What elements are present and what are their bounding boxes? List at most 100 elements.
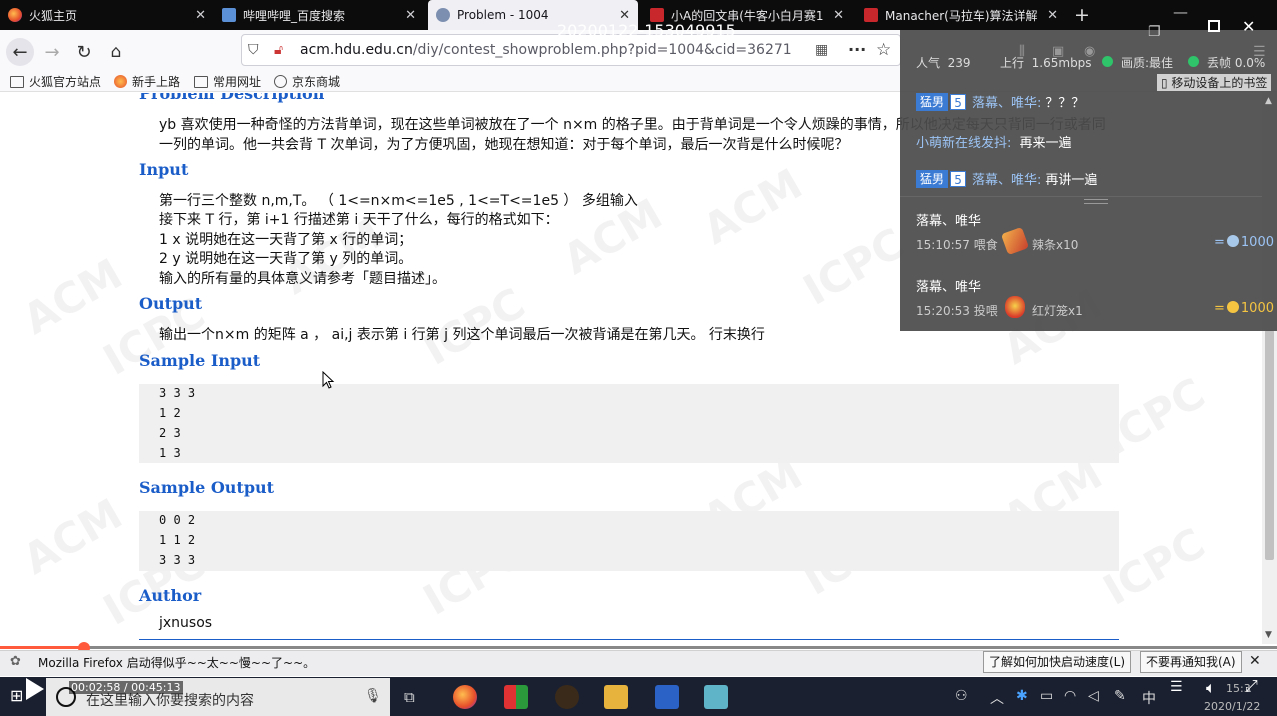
fullscreen-icon[interactable]: ⤢ bbox=[1245, 676, 1258, 696]
close-icon[interactable]: ✕ bbox=[195, 8, 206, 23]
task-view-icon[interactable]: ⧉ bbox=[404, 688, 415, 706]
learn-speedup-button[interactable]: 了解如何加快启动速度(L) bbox=[983, 651, 1132, 673]
author-name: jxnusos bbox=[159, 615, 213, 631]
microphone-icon[interactable]: 🎙︎ bbox=[364, 688, 382, 704]
output-heading: Output bbox=[139, 294, 203, 313]
chat-text: 再讲一遍 bbox=[1045, 173, 1098, 188]
sample-output-box bbox=[139, 511, 1119, 571]
bookmark-label: 新手上路 bbox=[132, 75, 181, 89]
watermark: ACM bbox=[14, 249, 131, 344]
close-window-icon[interactable]: ✕ bbox=[1242, 17, 1255, 36]
description-line: 一列的单词。他一共会背 T 次单词，为了方便巩固，她现在想知道：对于每个单词，最… bbox=[159, 137, 849, 153]
qr-code-icon[interactable]: ▦ bbox=[815, 42, 828, 58]
sample-input-line: 1 2 bbox=[159, 406, 181, 420]
bookmark-common-sites[interactable]: 常用网址 bbox=[194, 73, 261, 90]
csdn-icon bbox=[650, 8, 664, 22]
windows-start-icon[interactable]: ⊞ bbox=[10, 686, 23, 705]
tab-manacher[interactable]: Manacher(马拉车)算法详解 ✕ bbox=[856, 0, 1066, 30]
play-icon[interactable] bbox=[26, 678, 44, 700]
mobile-bookmarks[interactable]: ▯ 移动设备上的书签 bbox=[1157, 74, 1272, 91]
recording-timestamp: 20200122-153049915 bbox=[557, 21, 736, 40]
gift-sender: 落幕、唯华 bbox=[916, 214, 982, 229]
url-text[interactable]: acm.hdu.edu.cn/diy/contest_showproblem.p… bbox=[300, 42, 792, 58]
chat-username: 小萌新在线发抖: bbox=[916, 136, 1012, 151]
page-actions-icon[interactable]: ··· bbox=[848, 40, 866, 59]
ime-indicator[interactable]: 中 bbox=[1142, 688, 1156, 708]
sample-input-line: 3 3 3 bbox=[159, 386, 196, 400]
insecure-lock-icon[interactable]: 🔓︎ bbox=[274, 42, 283, 58]
new-tab-button[interactable]: + bbox=[1074, 4, 1090, 26]
battery-icon[interactable]: ▭ bbox=[1040, 688, 1053, 704]
restore-window-icon[interactable]: ❐ bbox=[1148, 24, 1161, 40]
scrollbar-thumb[interactable] bbox=[1265, 330, 1274, 560]
close-icon[interactable]: ✕ bbox=[833, 8, 844, 23]
close-icon[interactable]: ✕ bbox=[405, 8, 416, 23]
puzzle-icon: ✿ bbox=[10, 654, 21, 669]
red-lantern-gift-icon bbox=[1005, 296, 1025, 318]
firefox-icon bbox=[8, 8, 22, 22]
firefox-taskbar-icon[interactable] bbox=[453, 685, 477, 709]
folder-icon bbox=[194, 75, 208, 88]
bookmark-getting-started[interactable]: 新手上路 bbox=[114, 73, 180, 90]
back-button[interactable]: ← bbox=[6, 38, 34, 66]
bookmark-star-icon[interactable]: ☆ bbox=[876, 40, 891, 60]
tab-title: Problem - 1004 bbox=[457, 8, 549, 22]
tray-app-icon[interactable]: ✱ bbox=[1016, 688, 1028, 704]
resize-handle[interactable] bbox=[1084, 199, 1108, 204]
input-line: 2 y 说明她在这一天背了第 y 列的单词。 bbox=[159, 251, 413, 267]
input-line: 接下来 T 行，第 i+1 行描述第 i 天干了什么，每行的格式如下： bbox=[159, 212, 559, 228]
vscode-taskbar-icon[interactable] bbox=[655, 685, 679, 709]
gift-item: 辣条x10 bbox=[1032, 238, 1079, 252]
watermark: ACM bbox=[14, 489, 131, 584]
maximize-icon[interactable] bbox=[1208, 20, 1220, 32]
drop-status-dot bbox=[1188, 56, 1199, 67]
bookmark-jd[interactable]: 京东商城 bbox=[274, 73, 340, 90]
forward-button[interactable]: → bbox=[40, 40, 64, 64]
gift-item: 红灯笼x1 bbox=[1032, 304, 1083, 318]
quality-status-dot bbox=[1102, 56, 1113, 67]
gold-coin-icon bbox=[1226, 301, 1239, 313]
input-heading: Input bbox=[139, 160, 189, 179]
chat-username: 落幕、唯华: bbox=[972, 173, 1042, 188]
chat-message: 猛男 5 落幕、唯华: 再讲一遍 bbox=[916, 169, 1097, 188]
shield-icon[interactable]: ⛉ bbox=[248, 42, 259, 58]
gift-amount: = 1000 bbox=[1214, 235, 1274, 250]
wifi-icon[interactable]: ◠ bbox=[1064, 688, 1076, 704]
home-button[interactable]: ⌂ bbox=[104, 40, 128, 64]
gift-meta: 15:10:57 喂食 bbox=[916, 238, 998, 252]
bookmark-label: 京东商城 bbox=[292, 75, 341, 89]
sample-input-line: 1 3 bbox=[159, 446, 181, 460]
recorder-taskbar-icon[interactable] bbox=[704, 685, 728, 709]
hdu-icon bbox=[436, 8, 450, 22]
bookmark-firefox-site[interactable]: 火狐官方站点 bbox=[10, 73, 101, 90]
notification-text: Mozilla Firefox 启动得似乎~~太~~慢~~了~~。 bbox=[38, 656, 316, 670]
folder-icon bbox=[10, 75, 24, 88]
gift-amount: = 1000 bbox=[1214, 301, 1274, 316]
volume-icon[interactable]: ◁ bbox=[1088, 688, 1099, 704]
scroll-down-arrow-icon[interactable]: ▼ bbox=[1265, 630, 1272, 640]
people-icon[interactable]: ⚇ bbox=[955, 688, 968, 704]
pen-icon[interactable]: ✎ bbox=[1114, 688, 1126, 704]
tab-firefox-home[interactable]: 火狐主页 ✕ bbox=[0, 0, 214, 30]
sample-input-box bbox=[139, 384, 1119, 463]
minimize-icon[interactable]: — bbox=[1173, 3, 1188, 21]
video-progress-track[interactable] bbox=[0, 646, 1277, 649]
tab-bilibili-search[interactable]: 哔哩哔哩_百度搜索 ✕ bbox=[214, 0, 424, 30]
watermark: ICPC bbox=[794, 218, 914, 315]
panel-scroll-up-icon[interactable]: ▲ bbox=[1265, 96, 1272, 106]
close-icon[interactable]: ✕ bbox=[1047, 8, 1058, 23]
speaker-icon[interactable]: 🔈︎ bbox=[1206, 678, 1216, 698]
pirate-app-taskbar-icon[interactable] bbox=[555, 685, 579, 709]
app-taskbar-icon[interactable] bbox=[504, 685, 528, 709]
csdn-icon bbox=[864, 8, 878, 22]
firefox-icon bbox=[114, 75, 127, 88]
upload-stat: 上行 1.65mbps bbox=[1000, 56, 1092, 70]
dont-notify-button[interactable]: 不要再通知我(A) bbox=[1140, 651, 1242, 673]
tray-chevron-icon[interactable]: ︿ bbox=[990, 688, 1004, 708]
mouse-cursor-icon bbox=[322, 371, 335, 389]
list-icon[interactable]: ☰ bbox=[1170, 679, 1183, 695]
reload-button[interactable]: ↻ bbox=[72, 40, 96, 64]
file-explorer-icon[interactable] bbox=[604, 685, 628, 709]
notification-close-icon[interactable]: ✕ bbox=[1249, 653, 1261, 669]
baidu-icon bbox=[222, 8, 236, 22]
